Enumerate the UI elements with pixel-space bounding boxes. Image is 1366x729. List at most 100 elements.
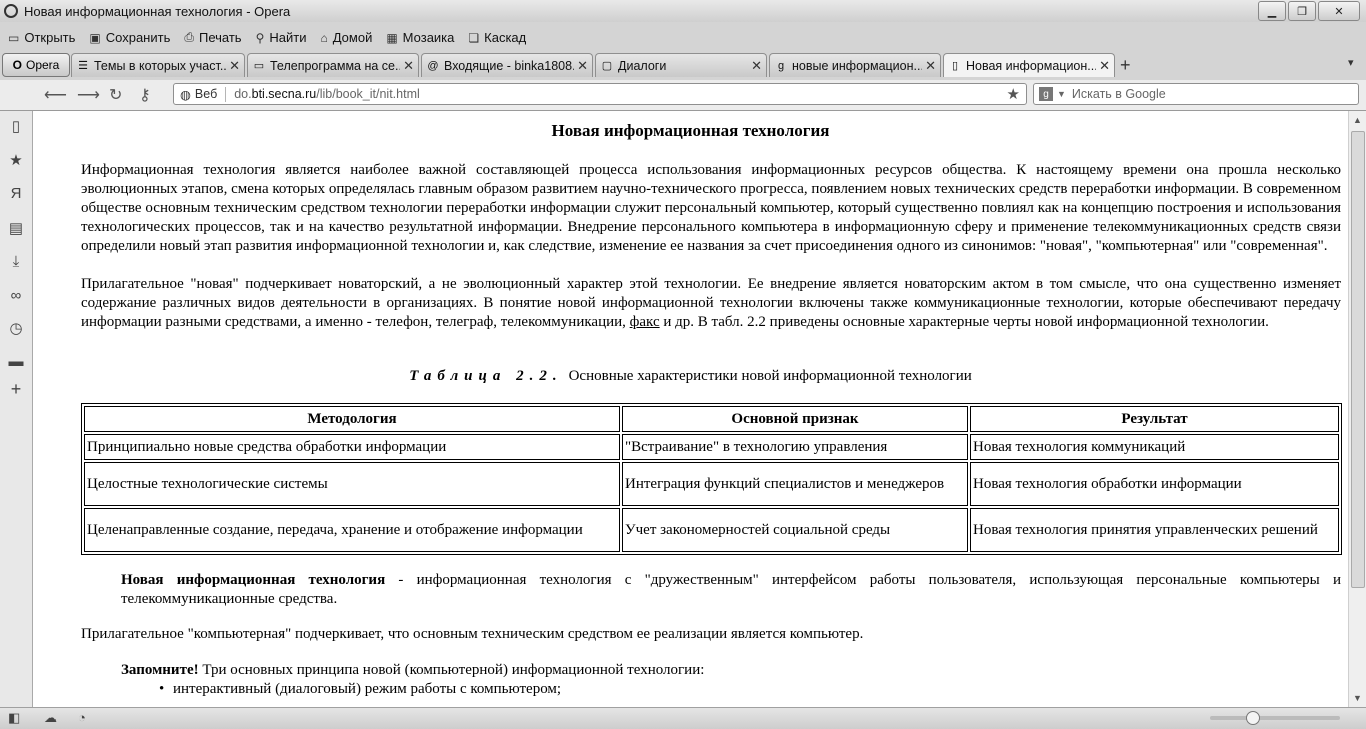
downloads-icon[interactable]: ⤓	[6, 253, 26, 270]
links-icon[interactable]: ∞	[6, 287, 26, 304]
remember-note: Запомните! Три основных принципа новой (…	[121, 662, 705, 678]
turbo-cloud-icon[interactable]: ☁	[44, 710, 57, 726]
wand-key-icon[interactable]: ⚷	[139, 85, 151, 105]
forward-icon[interactable]: ⟶	[77, 85, 100, 105]
vertical-scrollbar[interactable]: ▲ ▼	[1348, 111, 1366, 707]
back-icon[interactable]: ⟵	[44, 85, 67, 105]
close-window-button[interactable]: ✕	[1318, 1, 1360, 21]
speed-dial-icon[interactable]: ◔	[78, 710, 86, 725]
search-icon: ⚲	[255, 30, 265, 45]
tab-forum[interactable]: ☰ Темы в которых участ... ✕	[71, 53, 245, 77]
table-cell: Интеграция функций специалистов и менедж…	[622, 462, 968, 506]
column-header: Методология	[84, 406, 620, 432]
new-tab-button[interactable]: +	[1120, 55, 1131, 76]
page-title: Новая информационная технология	[551, 121, 830, 140]
mobile-icon[interactable]: ▯	[6, 117, 26, 135]
chevron-down-icon[interactable]: ▼	[1057, 89, 1066, 99]
computer-adjective-paragraph: Прилагательное "компьютерная" подчеркива…	[81, 626, 864, 642]
remember-label: Запомните!	[121, 662, 199, 678]
definition-paragraph: Новая информационная технология - информ…	[121, 572, 1341, 607]
maximize-button[interactable]: ❐	[1288, 1, 1316, 21]
tv-icon: ▭	[253, 60, 265, 72]
forum-icon: ☰	[78, 60, 88, 72]
mail-icon: @	[427, 59, 439, 72]
close-tab-icon[interactable]: ✕	[229, 58, 240, 74]
folder-icon: ▭	[8, 30, 20, 45]
column-header: Результат	[970, 406, 1339, 432]
tab-dialogs[interactable]: ▢ Диалоги ✕	[595, 53, 767, 77]
column-header: Основной признак	[622, 406, 968, 432]
close-tab-icon[interactable]: ✕	[403, 58, 414, 74]
address-toolbar: ⟵ ⟶ ↻ ⚷ ◍ Веб do.bti.secna.ru/lib/book_it…	[0, 80, 1366, 111]
home-icon: ⌂	[320, 30, 328, 45]
tab-tv[interactable]: ▭ Телепрограмма на се... ✕	[247, 53, 419, 77]
table-caption-label: Таблица 2.2.	[409, 368, 563, 384]
characteristics-table: Методология Основной признак Результат П…	[81, 403, 1342, 555]
search-placeholder: Искать в Google	[1071, 87, 1166, 101]
new-adjective-paragraph: Прилагательное "новая" подчеркивает нова…	[81, 276, 1341, 330]
opera-logo-icon	[4, 4, 18, 18]
reload-icon[interactable]: ↻	[109, 85, 122, 105]
url-text: do.bti.secna.ru/lib/book_it/nit.html	[234, 87, 420, 101]
printer-icon: ⎙	[184, 30, 194, 44]
scrollbar-thumb[interactable]	[1351, 131, 1365, 588]
table-cell: Целостные технологические системы	[84, 462, 620, 506]
save-icon: ▣	[89, 30, 101, 45]
cascade-icon: ❏	[468, 30, 480, 45]
minimize-button[interactable]: ▁	[1258, 1, 1286, 21]
close-tab-icon[interactable]: ✕	[577, 58, 588, 74]
close-tab-icon[interactable]: ✕	[925, 58, 936, 74]
add-panel-icon[interactable]: +	[6, 379, 26, 400]
history-icon[interactable]: ◷	[6, 319, 26, 337]
close-tab-icon[interactable]: ✕	[1099, 58, 1110, 74]
panel-toggle-icon[interactable]: ◧	[8, 710, 20, 726]
search-input[interactable]: g ▼ Искать в Google	[1033, 83, 1359, 105]
window-titlebar: Новая информационная технология - Opera …	[0, 0, 1366, 22]
dialog-icon: ▢	[601, 60, 613, 72]
page-icon: ▯	[951, 60, 959, 72]
table-cell: Новая технология принятия управленческих…	[970, 508, 1339, 552]
toolbar: ▭ Открыть ▣ Сохранить ⎙ Печать ⚲ Найти ⌂ Домо…	[0, 25, 1366, 50]
save-button[interactable]: ▣ Сохранить	[89, 30, 170, 45]
tab-bar: O Opera ☰ Темы в которых участ... ✕ ▭ Телепр…	[0, 52, 1366, 79]
open-button[interactable]: ▭ Открыть	[8, 30, 75, 45]
print-button[interactable]: ⎙ Печать	[184, 30, 241, 45]
zoom-slider-knob[interactable]	[1246, 711, 1260, 725]
table-cell: Новая технология обработки информации	[970, 462, 1339, 506]
table-row: Целостные технологические системы Интегр…	[84, 462, 1339, 506]
tab-google-search[interactable]: g новые информацион... ✕	[769, 53, 941, 77]
globe-icon: ◍	[180, 87, 191, 102]
definition-term: Новая информационная технология	[121, 572, 386, 588]
opera-menu-button[interactable]: O Opera	[2, 53, 70, 77]
scroll-down-icon[interactable]: ▼	[1353, 693, 1362, 703]
table-row: Принципиально новые средства обработки и…	[84, 434, 1339, 460]
opera-logo-icon: O	[12, 58, 22, 72]
panel-sidebar: ▯ ★ Я ▤ ⤓ ∞ ◷ ▬ +	[0, 111, 33, 707]
cascade-button[interactable]: ❏ Каскад	[468, 30, 526, 45]
web-badge[interactable]: ◍ Веб	[174, 86, 227, 102]
fax-link[interactable]: факс	[630, 314, 660, 330]
tab-active-page[interactable]: ▯ Новая информацион... ✕	[943, 53, 1115, 77]
principles-list: интерактивный (диалоговый) режим работы …	[157, 680, 561, 699]
page-content: Новая информационная технология Информац…	[33, 111, 1348, 707]
table-header-row: Методология Основной признак Результат	[84, 406, 1339, 432]
table-row: Целенаправленные создание, передача, хра…	[84, 508, 1339, 552]
tab-mail[interactable]: @ Входящие - binka1808... ✕	[421, 53, 593, 77]
tile-button[interactable]: ▦ Мозаика	[386, 30, 454, 45]
table-caption: Таблица 2.2. Основные характеристики ново…	[409, 368, 972, 384]
scroll-up-icon[interactable]: ▲	[1353, 115, 1362, 125]
bookmark-star-icon[interactable]: ★	[1007, 85, 1020, 103]
home-button[interactable]: ⌂ Домой	[320, 30, 372, 45]
find-button[interactable]: ⚲ Найти	[256, 30, 307, 45]
notes-icon[interactable]: ▤	[6, 219, 26, 237]
address-field[interactable]: ◍ Веб do.bti.secna.ru/lib/book_it/nit.htm…	[173, 83, 1027, 105]
tab-list-chevron-icon[interactable]: ▾	[1348, 56, 1354, 69]
zoom-slider[interactable]	[1210, 711, 1340, 725]
google-icon[interactable]: g	[1039, 87, 1053, 101]
close-tab-icon[interactable]: ✕	[751, 58, 762, 74]
status-bar: ◧ ☁ ◔	[0, 707, 1366, 729]
table-cell: Принципиально новые средства обработки и…	[84, 434, 620, 460]
bookmarks-star-icon[interactable]: ★	[6, 151, 26, 169]
windows-icon[interactable]: ▬	[6, 353, 26, 370]
yandex-icon[interactable]: Я	[6, 185, 26, 202]
